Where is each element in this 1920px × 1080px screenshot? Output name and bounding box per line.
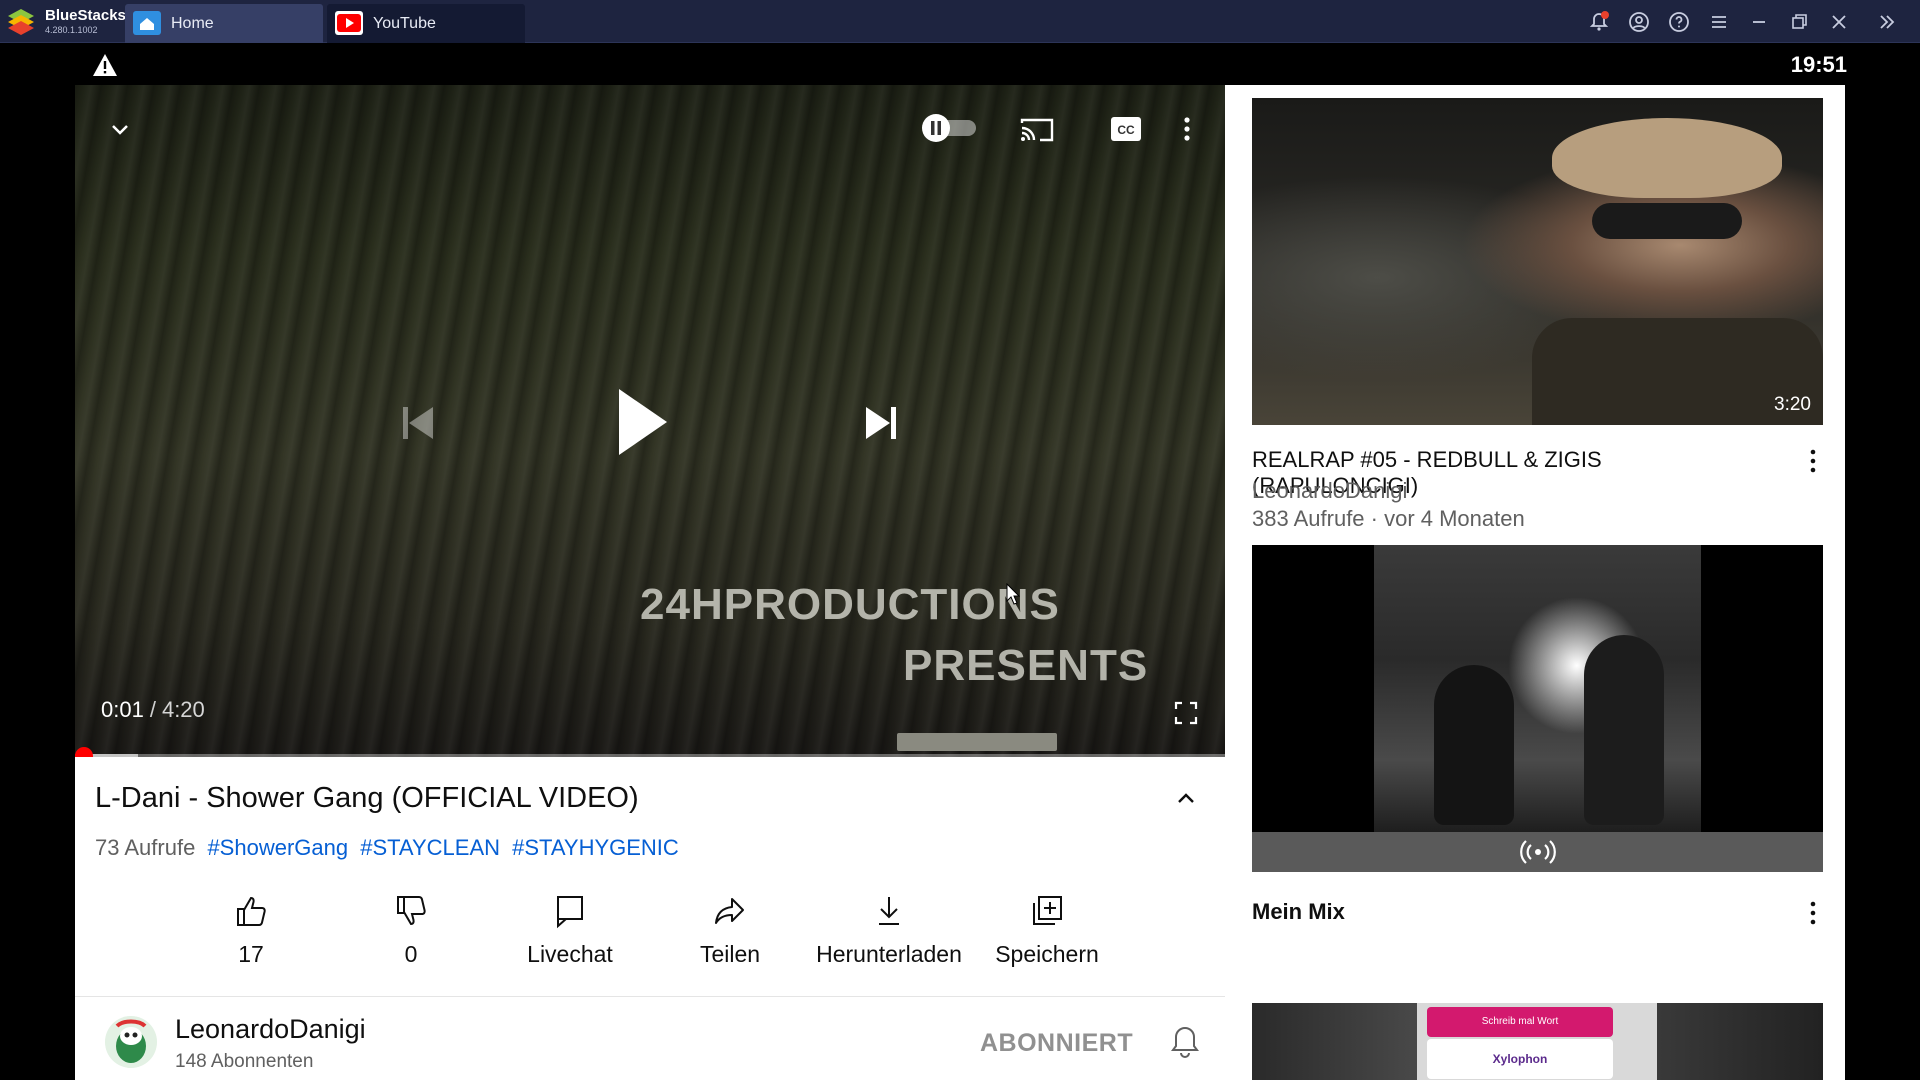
next-icon[interactable] bbox=[862, 403, 900, 443]
recommendation-thumbnail[interactable]: 3:20 bbox=[1252, 98, 1823, 425]
video-title: L-Dani - Shower Gang (OFFICIAL VIDEO) bbox=[95, 782, 639, 814]
recommendation-channel[interactable]: LeonardoDanigi bbox=[1252, 478, 1407, 504]
expand-sidebar-icon[interactable] bbox=[1875, 10, 1899, 34]
dislike-button[interactable]: 0 bbox=[331, 893, 491, 968]
view-count: 73 Aufrufe bbox=[95, 835, 196, 860]
fullscreen-icon[interactable] bbox=[1173, 700, 1199, 726]
previous-icon[interactable] bbox=[399, 403, 437, 443]
status-clock: 19:51 bbox=[1790, 52, 1847, 77]
share-label: Teilen bbox=[699, 941, 761, 967]
tab-youtube[interactable]: YouTube bbox=[327, 4, 525, 43]
minimize-player-chevron-icon[interactable] bbox=[105, 115, 135, 145]
restore-icon[interactable] bbox=[1787, 10, 1811, 34]
thumbnail-image bbox=[1592, 203, 1742, 239]
share-button[interactable]: Teilen bbox=[650, 893, 810, 968]
avatar-image bbox=[105, 1016, 157, 1068]
tab-home-label: Home bbox=[171, 15, 214, 32]
video-overlay-text-1: 24HPRODUCTIONS bbox=[640, 580, 1060, 629]
mix-bar bbox=[1252, 832, 1823, 872]
help-icon[interactable] bbox=[1667, 10, 1691, 34]
close-icon[interactable] bbox=[1827, 10, 1851, 34]
video-frame-detail bbox=[897, 733, 1057, 751]
more-options-icon[interactable] bbox=[1809, 900, 1817, 926]
youtube-icon bbox=[335, 11, 363, 35]
thumbnail-image bbox=[1374, 545, 1701, 832]
mix-broadcast-icon bbox=[1520, 840, 1556, 864]
video-player[interactable]: CC 24HPRODUCTIONS PRESENTS 0:01/4:20 bbox=[75, 85, 1225, 757]
thumbs-up-icon bbox=[237, 896, 266, 926]
video-duration-badge: 3:20 bbox=[1774, 394, 1811, 415]
chat-icon bbox=[557, 896, 583, 929]
livechat-button[interactable]: Livechat bbox=[490, 893, 650, 968]
download-label: Herunterladen bbox=[816, 941, 962, 967]
channel-avatar[interactable] bbox=[105, 1016, 157, 1068]
hashtag-link[interactable]: #ShowerGang bbox=[207, 835, 348, 860]
divider bbox=[75, 996, 1225, 997]
save-button[interactable]: Speichern bbox=[967, 893, 1127, 968]
account-icon[interactable] bbox=[1627, 10, 1651, 34]
mouse-cursor-icon bbox=[1006, 583, 1020, 605]
thumbnail-figure bbox=[1584, 635, 1664, 825]
hashtag-link[interactable]: #STAYHYGENIC bbox=[512, 835, 679, 860]
share-icon bbox=[715, 898, 744, 924]
like-button[interactable]: 17 bbox=[171, 893, 331, 968]
android-screen: 19:51 CC 24HPRODUCTIONS PRESENTS 0:01 / … bbox=[0, 44, 1920, 1080]
app-name: BlueStacks bbox=[45, 7, 126, 24]
warning-icon bbox=[93, 54, 117, 76]
seek-bar[interactable] bbox=[75, 754, 1225, 757]
thumbnail-text: Xylophon bbox=[1427, 1039, 1613, 1079]
cast-icon[interactable] bbox=[1018, 115, 1056, 145]
mix-thumbnail[interactable] bbox=[1252, 545, 1823, 872]
minimize-icon[interactable] bbox=[1747, 10, 1771, 34]
tab-youtube-label: YouTube bbox=[373, 15, 436, 32]
menu-icon[interactable] bbox=[1707, 10, 1731, 34]
action-bar: 17 0 Livechat Teilen Herunterladen Speic… bbox=[75, 893, 1225, 983]
subscribed-button[interactable]: ABONNIERT bbox=[980, 1029, 1133, 1058]
more-options-icon[interactable] bbox=[1809, 448, 1817, 474]
more-options-icon[interactable] bbox=[1180, 113, 1194, 145]
thumbnail-image bbox=[1552, 118, 1782, 198]
captions-icon[interactable]: CC bbox=[1108, 114, 1144, 144]
play-icon[interactable] bbox=[615, 385, 671, 459]
subscriber-count: 148 Abonnenten bbox=[175, 1051, 314, 1072]
video-overlay-text-2: PRESENTS bbox=[903, 641, 1149, 690]
like-count: 17 bbox=[238, 941, 264, 967]
collapse-description-chevron-up-icon[interactable] bbox=[1172, 785, 1200, 813]
hashtag-link[interactable]: #STAYCLEAN bbox=[360, 835, 500, 860]
mix-title[interactable]: Mein Mix bbox=[1252, 899, 1772, 925]
time-display: 0:01/4:20 bbox=[101, 697, 205, 723]
thumbnail-figure bbox=[1434, 665, 1514, 825]
download-icon bbox=[879, 897, 899, 925]
tab-home[interactable]: Home bbox=[125, 4, 323, 43]
current-time: 0:01 bbox=[101, 697, 144, 722]
autoplay-toggle[interactable] bbox=[918, 110, 980, 146]
app-version: 4.280.1.1002 bbox=[45, 25, 98, 35]
thumbs-down-icon bbox=[397, 896, 426, 926]
bluestacks-logo-icon bbox=[8, 9, 34, 35]
svg-text:CC: CC bbox=[1117, 123, 1135, 137]
notifications-bell-icon[interactable] bbox=[1587, 10, 1611, 34]
time-separator: / bbox=[149, 697, 156, 722]
save-label: Speichern bbox=[995, 941, 1099, 967]
livechat-label: Livechat bbox=[527, 941, 613, 967]
bluestacks-titlebar: BlueStacks 4.280.1.1002 Home YouTube bbox=[0, 0, 1920, 43]
thumbnail-text: Schreib mal Wort bbox=[1427, 1007, 1613, 1037]
recommendation-stats: 383 Aufrufe · vor 4 Monaten bbox=[1252, 506, 1525, 531]
youtube-app: CC 24HPRODUCTIONS PRESENTS 0:01/4:20 L-D… bbox=[75, 85, 1845, 1080]
total-duration: 4:20 bbox=[161, 697, 205, 722]
download-button[interactable]: Herunterladen bbox=[809, 893, 969, 968]
recommendation-thumbnail[interactable]: Schreib mal Wort Xylophon bbox=[1252, 1003, 1823, 1080]
add-to-playlist-icon bbox=[1033, 896, 1062, 925]
notification-bell-icon[interactable] bbox=[1170, 1024, 1200, 1060]
channel-name[interactable]: LeonardoDanigi bbox=[175, 1014, 366, 1045]
home-icon bbox=[133, 11, 161, 35]
recommendations-panel: 3:20 REALRAP #05 - REDBULL & ZIGIS (RAPU… bbox=[1226, 85, 1845, 1080]
video-meta: 73 Aufrufe #ShowerGang #STAYCLEAN #STAYH… bbox=[95, 835, 679, 861]
dislike-count: 0 bbox=[404, 941, 418, 967]
